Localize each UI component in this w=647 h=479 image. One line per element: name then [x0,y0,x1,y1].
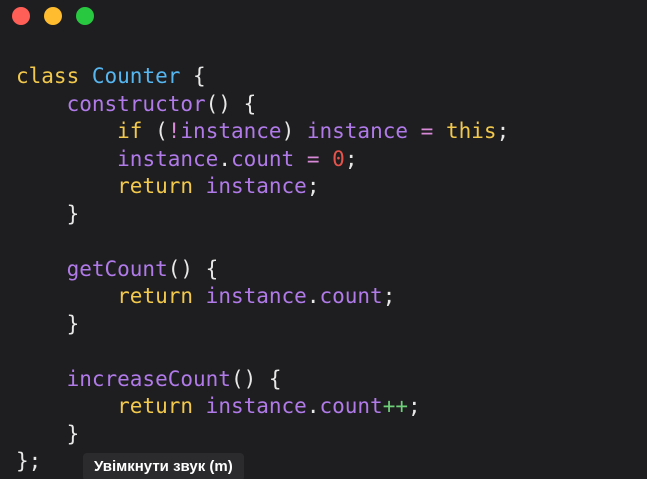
code-token: instance [180,119,282,143]
code-token: count [230,146,295,171]
code-token: instance [205,284,307,308]
code-token: this [445,119,497,143]
code-token: . [218,146,231,171]
minimize-window-button[interactable] [44,7,62,25]
code-token: class [16,64,80,88]
code-token: } [16,201,80,226]
code-line: getCount() { [16,256,509,284]
code-token: . [306,284,320,308]
code-token: ; [408,394,421,418]
code-token: instance [306,119,409,143]
code-token: instance [117,146,219,171]
code-token: ( [142,119,168,143]
code-token: }; [16,449,42,473]
code-window: class Counter { constructor() { if (!ins… [0,0,647,479]
code-token: = [306,146,320,171]
unmute-tooltip: Увімкнути звук (m) [83,453,244,479]
code-token: () { [230,366,282,391]
code-token: count [319,284,383,308]
code-line: return instance; [16,173,509,201]
code-line: increaseCount() { [16,366,509,394]
code-token: instance [205,174,307,198]
code-line: class Counter { [16,63,509,91]
close-window-button[interactable] [12,7,30,25]
code-token: return [117,394,194,418]
code-line: constructor() { [16,91,509,119]
code-token: () { [205,91,257,116]
code-token: . [306,394,320,418]
code-token: ++ [382,394,408,418]
code-token: if [117,119,143,143]
code-token: { [180,64,206,88]
title-bar [0,0,647,34]
code-token: } [16,421,80,446]
code-token: = [420,119,434,143]
code-line: if (!instance) instance = this; [16,118,509,146]
code-line: } [16,421,509,449]
code-token: instance [205,394,307,418]
code-token: } [16,311,80,336]
code-token: return [117,284,194,308]
code-token: ; [382,284,396,308]
code-line: } [16,201,509,229]
code-token: ; [306,174,320,198]
code-line: return instance.count; [16,283,509,311]
code-token: getCount [66,256,168,281]
code-token: count [319,394,383,418]
code-token: ! [167,119,181,143]
code-token: return [117,174,194,198]
code-token: increaseCount [66,366,231,391]
code-token: 0 [332,146,345,171]
code-line: return instance.count++; [16,393,509,421]
code-token: ; [344,146,358,171]
code-token: Counter [91,64,181,88]
code-token: ) [281,119,307,143]
code-line: } [16,311,509,339]
code-token: () { [167,256,219,281]
code-token: ; [496,119,510,143]
maximize-window-button[interactable] [76,7,94,25]
code-block: class Counter { constructor() { if (!ins… [16,63,509,476]
code-line: instance.count = 0; [16,146,509,174]
code-token: constructor [66,91,206,116]
